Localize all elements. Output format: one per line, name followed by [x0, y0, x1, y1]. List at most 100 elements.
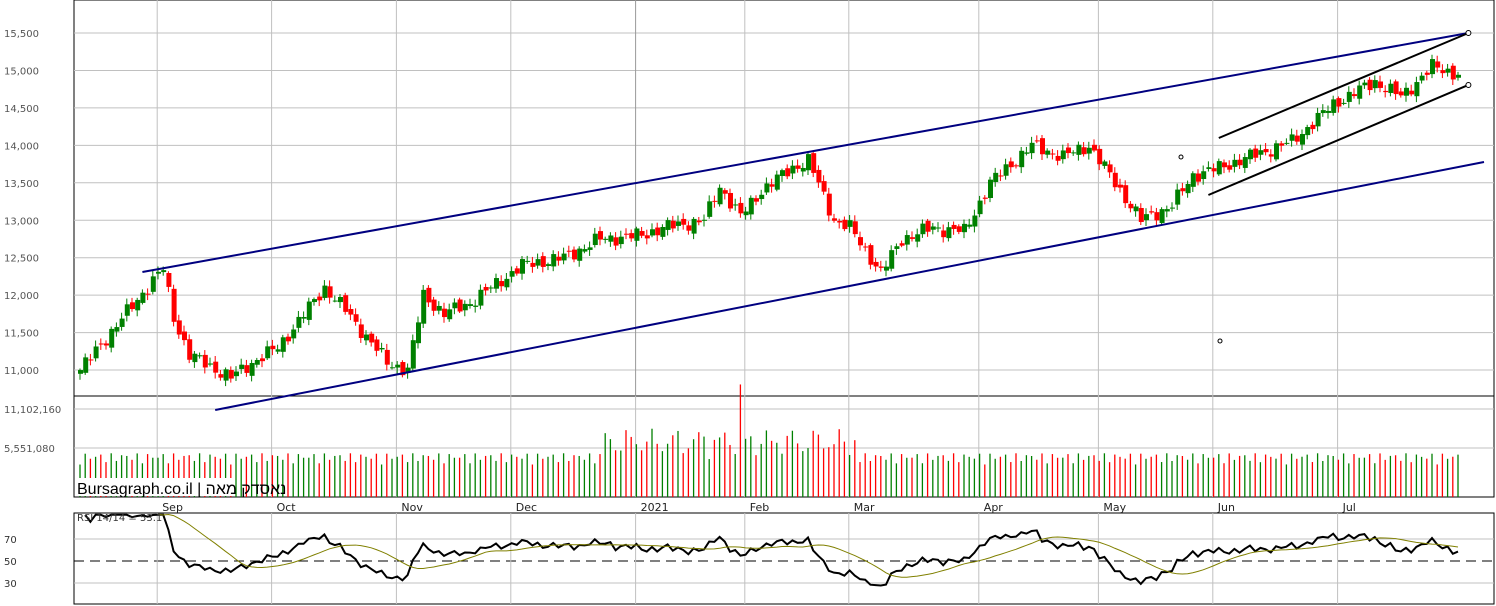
candle-body: [702, 219, 707, 221]
rsi-average-line: [157, 513, 1459, 578]
candle-body: [182, 331, 187, 341]
candle-body: [514, 268, 520, 274]
candle-body: [1450, 65, 1456, 80]
candle-body: [754, 198, 759, 202]
candle-body: [520, 259, 525, 274]
candle-body: [665, 220, 671, 230]
candle-body: [951, 224, 957, 229]
candle-body: [457, 299, 463, 312]
rsi-label: RSI 14/14 = 53.1: [77, 513, 162, 524]
price-tick-label: 12,000: [4, 291, 39, 302]
candle-body: [509, 271, 515, 277]
candle-body: [1175, 189, 1181, 205]
candle-body: [1138, 207, 1144, 222]
candle-body: [312, 299, 317, 303]
candle-body: [676, 221, 681, 226]
candle-body: [920, 223, 926, 235]
candle-body: [1092, 144, 1097, 151]
x-tick-label: Nov: [401, 501, 423, 514]
candle-body: [785, 168, 791, 177]
candle-body: [332, 300, 338, 302]
candle-body: [1404, 87, 1409, 96]
candle-body: [842, 219, 848, 230]
candle-body: [208, 363, 213, 365]
candle-body: [993, 172, 999, 182]
candle-body: [1409, 90, 1415, 95]
x-tick-label: Jul: [1342, 501, 1356, 514]
candle-body: [592, 233, 598, 246]
candle-body: [1341, 102, 1347, 104]
trendline-short-upper: [1218, 32, 1469, 139]
candle-body: [530, 262, 536, 267]
candle-body: [1144, 214, 1149, 221]
candle-body: [743, 211, 749, 216]
candle-body: [1294, 135, 1300, 142]
candle-body: [384, 349, 390, 365]
candle-body: [223, 369, 229, 381]
candle-body: [1279, 143, 1285, 146]
candle-body: [488, 287, 494, 289]
candle-body: [577, 248, 583, 261]
candle-body: [764, 183, 770, 193]
candle-body: [260, 358, 265, 362]
candle-body: [104, 343, 109, 346]
candle-body: [416, 322, 421, 344]
candle-body: [722, 190, 728, 194]
candle-body: [1097, 148, 1103, 165]
x-tick-label: Oct: [277, 501, 297, 514]
candle-body: [504, 278, 510, 288]
candle-body: [546, 264, 551, 266]
candle-body: [681, 218, 687, 225]
rsi-panel: [73, 512, 1495, 605]
candle-body: [1419, 75, 1425, 81]
candle-body: [535, 259, 541, 266]
candle-body: [130, 302, 135, 310]
candle-body: [1222, 162, 1227, 168]
candle-body: [426, 287, 432, 303]
candle-body: [348, 308, 354, 315]
candle-body: [322, 285, 328, 298]
candle-body: [192, 353, 198, 363]
candle-body: [998, 175, 1004, 177]
candle-body: [1024, 152, 1030, 154]
candle-body: [1289, 134, 1295, 141]
candle-body: [800, 167, 806, 172]
candle-body: [1071, 152, 1077, 154]
x-tick-label: Feb: [750, 501, 769, 514]
candle-body: [1014, 165, 1019, 167]
candle-body: [1008, 161, 1014, 168]
candle-body: [806, 154, 811, 171]
candle-body: [946, 227, 952, 239]
candle-body: [1102, 161, 1108, 166]
candle-body: [696, 220, 702, 223]
candle-body: [353, 314, 359, 322]
candle-body: [837, 220, 843, 223]
rsi-tick-label: 50: [4, 557, 17, 568]
candle-body: [733, 204, 739, 206]
candle-body: [301, 317, 307, 319]
candle-body: [525, 260, 531, 262]
price-chart: 15,500 15,000 14,500 14,000 13,500 13,000 12,5…: [4, 0, 1495, 605]
candle-body: [811, 153, 817, 173]
candle-body: [436, 305, 442, 311]
candle-body: [540, 256, 546, 267]
candle-body: [582, 249, 588, 252]
candle-body: [473, 305, 479, 307]
candle-body: [1227, 165, 1233, 170]
candle-body: [265, 346, 271, 359]
candle-body: [1040, 138, 1045, 155]
candle-body: [598, 231, 603, 240]
candle-body: [774, 174, 780, 190]
price-tick-label: 14,500: [4, 104, 39, 115]
candle-body: [98, 343, 104, 345]
candle-body: [119, 318, 125, 327]
candle-body: [1456, 74, 1461, 78]
candle-body: [910, 237, 915, 239]
candle-body: [972, 215, 978, 227]
candle-body: [608, 235, 614, 242]
candle-body: [1414, 82, 1420, 97]
candle-body: [1045, 150, 1051, 155]
rsi-tick-label: 30: [4, 579, 17, 590]
candle-body: [1331, 99, 1337, 113]
candle-body: [244, 365, 250, 373]
